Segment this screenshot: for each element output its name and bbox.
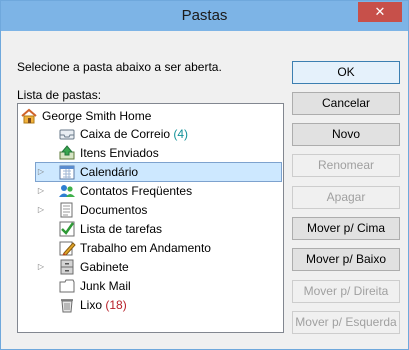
tree-item-label: Junk Mail (80, 279, 131, 293)
cancel-button[interactable]: Cancelar (292, 92, 400, 115)
folder-list-label: Lista de pastas: (17, 88, 102, 102)
tree-item-label: Lixo (80, 298, 103, 312)
expand-arrow-icon[interactable]: ▷ (36, 182, 46, 200)
tree-item-contacts[interactable]: ▷ Contatos Freqüentes (36, 182, 236, 200)
tree-item-label: Caixa de Correio (80, 127, 171, 141)
folder-icon (58, 277, 76, 295)
trash-icon (58, 296, 76, 314)
folders-dialog: Pastas ✕ Selecione a pasta abaixo a ser … (0, 0, 409, 350)
tree-item-work-in-progress[interactable]: Trabalho em Andamento (58, 239, 258, 257)
tree-root-label: George Smith Home (42, 109, 152, 123)
tree-item-label: Contatos Freqüentes (80, 184, 193, 198)
unread-count: (4) (173, 127, 189, 141)
move-up-button[interactable]: Mover p/ Cima (292, 217, 400, 240)
move-down-button[interactable]: Mover p/ Baixo (292, 248, 400, 271)
inbox-icon (58, 125, 76, 143)
cabinet-icon (58, 258, 76, 276)
expand-arrow-icon[interactable]: ▷ (36, 163, 46, 181)
close-icon: ✕ (374, 4, 386, 19)
title-bar[interactable]: Pastas ✕ (1, 1, 408, 31)
work-in-progress-icon (58, 239, 76, 257)
tree-item-label: Gabinete (80, 260, 129, 274)
expand-arrow-icon[interactable]: ▷ (36, 201, 46, 219)
tree-root-node[interactable]: George Smith Home (20, 107, 220, 125)
ok-button[interactable]: OK (292, 61, 400, 84)
tree-item-task-list[interactable]: Lista de tarefas (58, 220, 238, 238)
close-button[interactable]: ✕ (358, 2, 402, 22)
documents-icon (58, 201, 76, 219)
dialog-title: Pastas (181, 7, 228, 24)
tree-item-label: Calendário (80, 165, 139, 179)
tree-item-label: Itens Enviados (80, 146, 159, 160)
new-button[interactable]: Novo (292, 123, 400, 146)
task-list-icon (58, 220, 76, 238)
move-left-button[interactable]: Mover p/ Esquerda (292, 311, 400, 334)
tree-item-documents[interactable]: ▷ Documentos (36, 201, 236, 219)
tree-item-inbox[interactable]: Caixa de Correio (4) (58, 125, 238, 143)
expand-arrow-icon[interactable]: ▷ (36, 258, 46, 276)
tree-item-label: Documentos (80, 203, 148, 217)
delete-button[interactable]: Apagar (292, 186, 400, 209)
item-count: (18) (105, 298, 127, 312)
prompt-text: Selecione a pasta abaixo a ser aberta. (17, 60, 222, 74)
contacts-icon (58, 182, 76, 200)
tree-item-label: Lista de tarefas (80, 222, 163, 236)
folder-tree[interactable]: George Smith Home Caixa de Correio (4) I… (17, 103, 284, 333)
move-right-button[interactable]: Mover p/ Direita (292, 280, 400, 303)
tree-item-sent[interactable]: Itens Enviados (58, 144, 238, 162)
rename-button[interactable]: Renomear (292, 154, 400, 177)
tree-item-calendar[interactable]: ▷ Calendário (35, 162, 282, 182)
home-icon (20, 107, 38, 125)
sent-items-icon (58, 144, 76, 162)
tree-item-junk-mail[interactable]: Junk Mail (58, 277, 238, 295)
tree-item-label: Trabalho em Andamento (80, 241, 211, 255)
tree-item-cabinet[interactable]: ▷ Gabinete (36, 258, 236, 276)
calendar-icon (58, 163, 76, 181)
tree-item-trash[interactable]: Lixo (18) (58, 296, 238, 314)
